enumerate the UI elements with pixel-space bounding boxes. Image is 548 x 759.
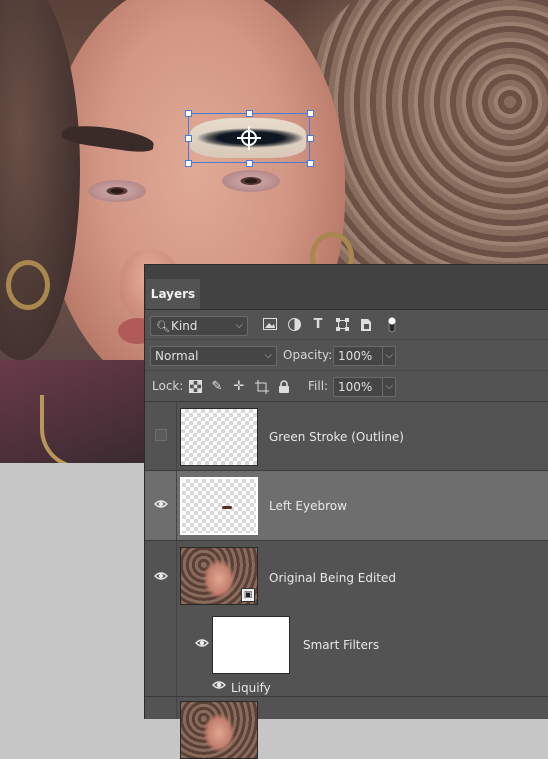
- smart-object-badge-icon: ▣: [241, 588, 255, 602]
- opacity-dropdown-button[interactable]: ⌵: [382, 346, 396, 366]
- transform-handle-right[interactable]: [307, 135, 314, 142]
- reference-point-icon[interactable]: [237, 126, 261, 150]
- fill-value: 100%: [338, 380, 373, 394]
- eye-left: [88, 180, 146, 202]
- filter-item-liquify[interactable]: Liquify: [231, 681, 271, 695]
- filter-kind-label: Kind: [171, 319, 198, 333]
- smart-filters-label[interactable]: Smart Filters: [303, 638, 379, 652]
- layer-list: Green Stroke (Outline) Left Eyebrow ▣ Or…: [145, 402, 548, 759]
- layer-row[interactable]: [145, 697, 548, 759]
- necklace: [40, 395, 104, 463]
- lock-artboard-icon[interactable]: [255, 380, 269, 394]
- layer-thumbnail[interactable]: [180, 477, 258, 535]
- fill-dropdown-button[interactable]: ⌵: [382, 377, 396, 397]
- chevron-down-icon: ⌵: [264, 350, 272, 361]
- panel-tab-bar: Layers: [145, 265, 548, 310]
- search-icon: 🔍︎: [156, 320, 170, 333]
- fill-label: Fill:: [308, 379, 329, 393]
- transform-handle-top-left[interactable]: [185, 110, 192, 117]
- layer-thumbnail[interactable]: [180, 408, 258, 466]
- chevron-down-icon: ⌵: [385, 381, 393, 392]
- earring-left: [6, 260, 50, 310]
- transform-handle-bottom-left[interactable]: [185, 160, 192, 167]
- lock-image-pixels-icon[interactable]: ✎: [210, 380, 224, 394]
- layer-name[interactable]: Green Stroke (Outline): [269, 430, 404, 444]
- layer-row[interactable]: Green Stroke (Outline): [145, 402, 548, 471]
- lock-all-icon[interactable]: [277, 380, 291, 394]
- opacity-label: Opacity:: [283, 348, 333, 362]
- image-filter-icon[interactable]: [263, 318, 277, 332]
- eye-icon[interactable]: [150, 570, 172, 590]
- layer-name[interactable]: Original Being Edited: [269, 571, 396, 585]
- tab-layers[interactable]: Layers: [146, 279, 200, 309]
- transform-handle-bottom[interactable]: [246, 160, 253, 167]
- visibility-toggle-empty[interactable]: [150, 426, 172, 446]
- eye-icon[interactable]: [150, 498, 172, 518]
- eyebrow-thumbnail-mark: [222, 506, 232, 509]
- layer-divider: [176, 541, 177, 696]
- layer-divider: [176, 471, 177, 540]
- layer-divider: [176, 402, 177, 470]
- blend-mode-value: Normal: [155, 349, 199, 363]
- filter-toggle-icon[interactable]: [385, 316, 399, 333]
- type-filter-icon[interactable]: T: [311, 318, 325, 332]
- blend-row: Normal ⌵ Opacity: 100% ⌵: [145, 340, 548, 371]
- shape-filter-icon[interactable]: [335, 318, 349, 332]
- layer-divider: [176, 697, 177, 719]
- eye-right: [222, 170, 280, 192]
- eye-icon[interactable]: [208, 679, 230, 699]
- opacity-value: 100%: [338, 349, 373, 363]
- layers-panel: Layers 🔍︎ Kind ⌵ T Normal ⌵ Opacity: 100…: [144, 264, 548, 759]
- lock-row: Lock: ✎ ✛ Fill: 100% ⌵: [145, 371, 548, 402]
- lock-transparent-pixels-icon[interactable]: [188, 380, 202, 394]
- chevron-down-icon: ⌵: [385, 350, 393, 361]
- lock-label: Lock:: [152, 379, 184, 393]
- smart-object-filter-icon[interactable]: [359, 318, 373, 332]
- layer-name[interactable]: Left Eyebrow: [269, 499, 347, 513]
- transform-handle-left[interactable]: [185, 135, 192, 142]
- lock-position-icon[interactable]: ✛: [232, 380, 246, 394]
- layer-filter-row: 🔍︎ Kind ⌵ T: [145, 309, 548, 340]
- transform-handle-bottom-right[interactable]: [307, 160, 314, 167]
- transform-handle-top-right[interactable]: [307, 110, 314, 117]
- filter-kind-select[interactable]: 🔍︎ Kind ⌵: [150, 316, 248, 336]
- adjustment-filter-icon[interactable]: [287, 318, 301, 332]
- layer-thumbnail[interactable]: ▣: [180, 547, 258, 605]
- smart-filter-mask-thumbnail[interactable]: [212, 616, 290, 674]
- layer-row-selected[interactable]: Left Eyebrow: [145, 471, 548, 541]
- transform-handle-top[interactable]: [246, 110, 253, 117]
- blend-mode-select[interactable]: Normal ⌵: [150, 346, 277, 366]
- chevron-down-icon: ⌵: [235, 320, 243, 331]
- eye-icon[interactable]: [191, 637, 213, 657]
- layer-thumbnail[interactable]: [180, 701, 258, 759]
- layer-row[interactable]: ▣ Original Being Edited Smart Filters Li…: [145, 541, 548, 697]
